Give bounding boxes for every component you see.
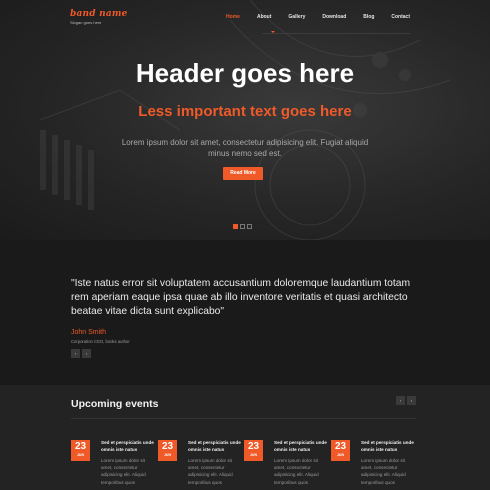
- event-text: Lorem ipsum dolor sit amet, consectetur …: [274, 458, 319, 485]
- nav-item-download[interactable]: Download: [322, 14, 346, 20]
- event-day: 23: [161, 441, 174, 452]
- event-text: Lorem ipsum dolor sit amet, consectetur …: [188, 458, 233, 485]
- nav-item-about[interactable]: About: [257, 14, 271, 20]
- events-prev-button[interactable]: ‹: [396, 396, 405, 405]
- testimonial-quote: "Iste natus error sit voluptatem accusan…: [71, 278, 411, 317]
- event-date-badge: 23 JUN: [244, 440, 263, 461]
- hero-title: Header goes here: [135, 58, 355, 88]
- active-nav-marker: [271, 31, 275, 33]
- event-month: JUN: [336, 453, 344, 457]
- event-card[interactable]: 23 JUN Sed et perspiciatis unde omnis is…: [244, 440, 328, 490]
- event-date-badge: 23 JUN: [71, 440, 90, 461]
- read-more-button[interactable]: Read More: [223, 167, 263, 180]
- nav-item-home[interactable]: Home: [226, 14, 240, 20]
- event-title[interactable]: Sed et perspiciatis unde omnis iste natu…: [274, 440, 330, 453]
- brand-name: band name: [70, 9, 128, 19]
- slider-dot-3[interactable]: [247, 224, 252, 229]
- events-arrows: ‹ ›: [396, 396, 416, 405]
- event-month: JUN: [76, 453, 84, 457]
- event-date-badge: 23 JUN: [331, 440, 350, 461]
- nav-item-blog[interactable]: Blog: [363, 14, 374, 20]
- event-card[interactable]: 23 JUN Sed et perspiciatis unde omnis is…: [71, 440, 155, 490]
- hero-section: band name Slogan goes here Home About Ga…: [0, 0, 490, 240]
- testimonial-prev-button[interactable]: ‹: [71, 349, 80, 358]
- event-month: JUN: [249, 453, 257, 457]
- brand-slogan: Slogan goes here: [70, 20, 102, 25]
- event-month: JUN: [163, 453, 171, 457]
- testimonial-arrows: ‹ ›: [71, 349, 91, 358]
- event-title[interactable]: Sed et perspiciatis unde omnis iste natu…: [361, 440, 417, 453]
- testimonial-next-button[interactable]: ›: [82, 349, 91, 358]
- events-divider: [71, 418, 416, 419]
- testimonial-section: "Iste natus error sit voluptatem accusan…: [0, 240, 490, 385]
- event-day: 23: [334, 441, 347, 452]
- nav-item-contact[interactable]: Contact: [391, 14, 410, 20]
- events-next-button[interactable]: ›: [407, 396, 416, 405]
- nav-divider: [262, 33, 410, 34]
- event-title[interactable]: Sed et perspiciatis unde omnis iste natu…: [101, 440, 157, 453]
- testimonial-author-role: Corporation CEO, books author: [71, 339, 130, 344]
- event-card[interactable]: 23 JUN Sed et perspiciatis unde omnis is…: [158, 440, 242, 490]
- testimonial-author: John Smith: [71, 329, 107, 336]
- events-section: Upcoming events ‹ › 23 JUN Sed et perspi…: [0, 385, 490, 490]
- brand-logo[interactable]: band name Slogan goes here: [70, 9, 128, 25]
- events-title: Upcoming events: [71, 398, 159, 410]
- saxophone-background-image: [39, 0, 451, 240]
- hero-text: Lorem ipsum dolor sit amet, consectetur …: [121, 138, 369, 158]
- slider-pagination: [233, 224, 252, 229]
- main-nav: Home About Gallery Download Blog Contact: [209, 14, 410, 20]
- event-day: 23: [247, 441, 260, 452]
- event-day: 23: [74, 441, 87, 452]
- event-date-badge: 23 JUN: [158, 440, 177, 461]
- event-text: Lorem ipsum dolor sit amet, consectetur …: [101, 458, 146, 485]
- hero-subtitle: Less important text goes here: [138, 103, 352, 120]
- nav-item-gallery[interactable]: Gallery: [288, 14, 305, 20]
- event-card[interactable]: 23 JUN Sed et perspiciatis unde omnis is…: [331, 440, 415, 490]
- event-text: Lorem ipsum dolor sit amet, consectetur …: [361, 458, 406, 485]
- event-title[interactable]: Sed et perspiciatis unde omnis iste natu…: [188, 440, 244, 453]
- slider-dot-2[interactable]: [240, 224, 245, 229]
- slider-dot-1[interactable]: [233, 224, 238, 229]
